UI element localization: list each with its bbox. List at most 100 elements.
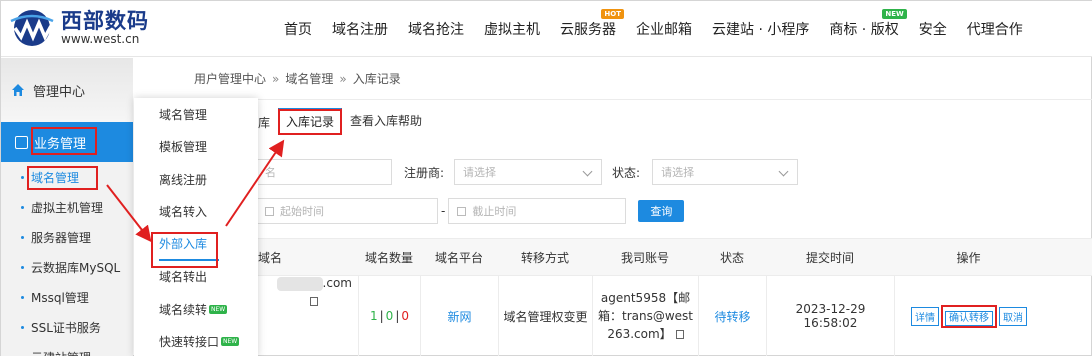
sidebar-home[interactable]: 管理中心 <box>1 58 133 122</box>
confirm-transfer-button[interactable]: 确认转移 <box>945 310 993 326</box>
sidebar-item-ssl[interactable]: SSL证书服务 <box>1 312 133 342</box>
table-header: 域名 域名数量 域名平台 转移方式 我司账号 状态 提交时间 操作 <box>258 238 1092 276</box>
nav-security[interactable]: 安全 <box>919 19 947 39</box>
submenu-offline-register[interactable]: 离线注册 <box>134 163 258 196</box>
blurred-domain <box>276 276 323 291</box>
nav-domain-snap[interactable]: 域名抢注 <box>408 19 464 39</box>
site-logo[interactable]: 西部数码 www.west.cn <box>9 9 149 47</box>
td-method: 域名管理权变更 <box>498 276 592 356</box>
sidebar-item-mysql[interactable]: 云数据库MySQL <box>1 252 133 282</box>
breadcrumb-sep: » <box>339 71 347 86</box>
new-badge: NEW <box>221 337 240 347</box>
cancel-button[interactable]: 取消 <box>999 306 1027 326</box>
logo-url: www.west.cn <box>61 31 140 46</box>
tab-partial[interactable]: 库 <box>258 114 270 131</box>
nav-cloud-server[interactable]: 云服务器 HOT <box>560 9 624 39</box>
status-label: 状态: <box>612 165 641 180</box>
logo-wave-icon <box>10 10 54 46</box>
end-date-input[interactable]: 截止时间 <box>448 198 627 224</box>
annotation-box-external-import <box>151 232 218 268</box>
domain-submenu: 域名管理 模板管理 离线注册 域名转入 外部入库 域名转出 域名续转 NEW 快速… <box>134 98 258 356</box>
count-separator: | <box>379 309 384 323</box>
annotation-box-business <box>31 127 97 155</box>
sidebar-item-virtual-host[interactable]: 虚拟主机管理 <box>1 192 133 222</box>
submenu-quick-label: 快速转接口 <box>159 335 220 350</box>
nav-trademark-label: 商标 · 版权 <box>829 22 899 38</box>
registrar-select-value: 请选择 <box>463 166 497 179</box>
nav-virtual-host[interactable]: 虚拟主机 <box>484 19 540 39</box>
start-date-input[interactable]: 起始时间 <box>256 198 438 224</box>
account-line-3-wrap: 263.com】 <box>607 325 684 343</box>
count-separator: | <box>395 309 400 323</box>
tab-import-help[interactable]: 查看入库帮助 <box>342 108 430 135</box>
nav-home[interactable]: 首页 <box>284 19 312 39</box>
submenu-transfer-in[interactable]: 域名转入 <box>134 196 258 229</box>
th-platform: 域名平台 <box>434 250 483 265</box>
breadcrumb: 用户管理中心 » 域名管理 » 入库记录 <box>134 58 1092 100</box>
start-date-placeholder: 起始时间 <box>280 205 324 218</box>
breadcrumb-user-center[interactable]: 用户管理中心 <box>194 70 266 87</box>
nav-trademark[interactable]: 商标 · 版权 NEW <box>829 9 907 39</box>
hot-badge: HOT <box>601 9 624 19</box>
td-time: 2023-12-29 16:58:02 <box>766 276 894 356</box>
nav-domain-register[interactable]: 域名注册 <box>332 19 388 39</box>
nav-partner[interactable]: 代理合作 <box>967 19 1023 39</box>
sidebar-item-server[interactable]: 服务器管理 <box>1 222 133 252</box>
main-nav: 首页 域名注册 域名抢注 虚拟主机 云服务器 HOT 企业邮箱 云建站 · 小程序… <box>284 9 1043 39</box>
sidebar-item-mssql[interactable]: Mssql管理 <box>1 282 133 312</box>
chevron-down-icon <box>778 166 789 177</box>
filter-row-2: 起始时间 - 截止时间 查询 <box>256 198 685 224</box>
th-actions: 操作 <box>956 250 981 265</box>
calendar-icon <box>457 206 467 216</box>
annotation-box-tab <box>278 109 342 135</box>
td-account: agent5958【邮 箱：trans@west 263.com】 <box>592 276 698 356</box>
submenu-domain-mgmt[interactable]: 域名管理 <box>134 98 258 131</box>
breadcrumb-sep: » <box>272 71 280 86</box>
date-dash: - <box>441 204 446 218</box>
count-failed: 0 <box>401 309 409 323</box>
detail-button[interactable]: 详情 <box>911 306 939 326</box>
breadcrumb-current: 入库记录 <box>352 72 401 86</box>
sidebar-item-site-builder[interactable]: 云建站管理 <box>1 342 133 356</box>
query-button[interactable]: 查询 <box>638 200 685 222</box>
account-line-3: 263.com】 <box>607 327 672 341</box>
breadcrumb-domain[interactable]: 域名管理 <box>285 70 333 87</box>
submenu-quick-transfer[interactable]: 快速转接口 NEW <box>134 326 258 356</box>
new-badge: NEW <box>882 9 907 19</box>
submenu-renew-transfer[interactable]: 域名续转 NEW <box>134 293 258 326</box>
home-icon <box>12 84 24 96</box>
chevron-down-icon <box>582 166 593 177</box>
main-content: 用户管理中心 » 域名管理 » 入库记录 库 入库记录 查看入库帮助 名 注册商… <box>134 58 1092 356</box>
submenu-template[interactable]: 模板管理 <box>134 131 258 164</box>
calendar-icon <box>265 206 274 216</box>
td-platform: 新网 <box>420 276 498 356</box>
td-count: 1 | 0 | 0 <box>358 276 420 356</box>
td-actions: 详情 确认转移 取消 <box>894 276 1043 356</box>
nav-enterprise-mail[interactable]: 企业邮箱 <box>636 19 692 39</box>
nav-site-builder[interactable]: 云建站 · 小程序 <box>712 19 809 39</box>
logo-title: 西部数码 <box>61 8 149 33</box>
copy-icon[interactable] <box>310 296 318 306</box>
new-badge: NEW <box>209 304 228 314</box>
account-line-2: 箱：trans@west <box>597 309 693 323</box>
count-total: 1 <box>369 309 378 323</box>
domain-input[interactable]: 名 <box>256 159 392 185</box>
th-account: 我司账号 <box>620 250 669 265</box>
status-select[interactable]: 请选择 <box>652 159 799 185</box>
calendar-icon <box>15 135 28 149</box>
nav-cloud-server-label: 云服务器 <box>560 22 616 38</box>
annotation-box-domain <box>27 166 98 190</box>
filter-row-1: 名 注册商: 请选择 状态: 请选择 <box>256 159 799 185</box>
th-status: 状态 <box>719 250 744 265</box>
top-header: 西部数码 www.west.cn 首页 域名注册 域名抢注 虚拟主机 云服务器 H… <box>1 1 1092 57</box>
td-status[interactable]: 待转移 <box>698 276 766 356</box>
end-date-placeholder: 截止时间 <box>472 205 517 218</box>
registrar-label: 注册商: <box>404 165 445 180</box>
status-select-value: 请选择 <box>661 166 695 179</box>
registrar-select[interactable]: 请选择 <box>454 159 603 185</box>
submenu-renew-label: 域名续转 <box>159 302 208 317</box>
domain-suffix: .com <box>322 276 352 290</box>
copy-icon[interactable] <box>675 330 684 339</box>
table-row: .com 1 | 0 | 0 新网 域名管理权变更 agent5958【邮 箱：… <box>258 276 1092 356</box>
count-success: 0 <box>385 309 394 323</box>
